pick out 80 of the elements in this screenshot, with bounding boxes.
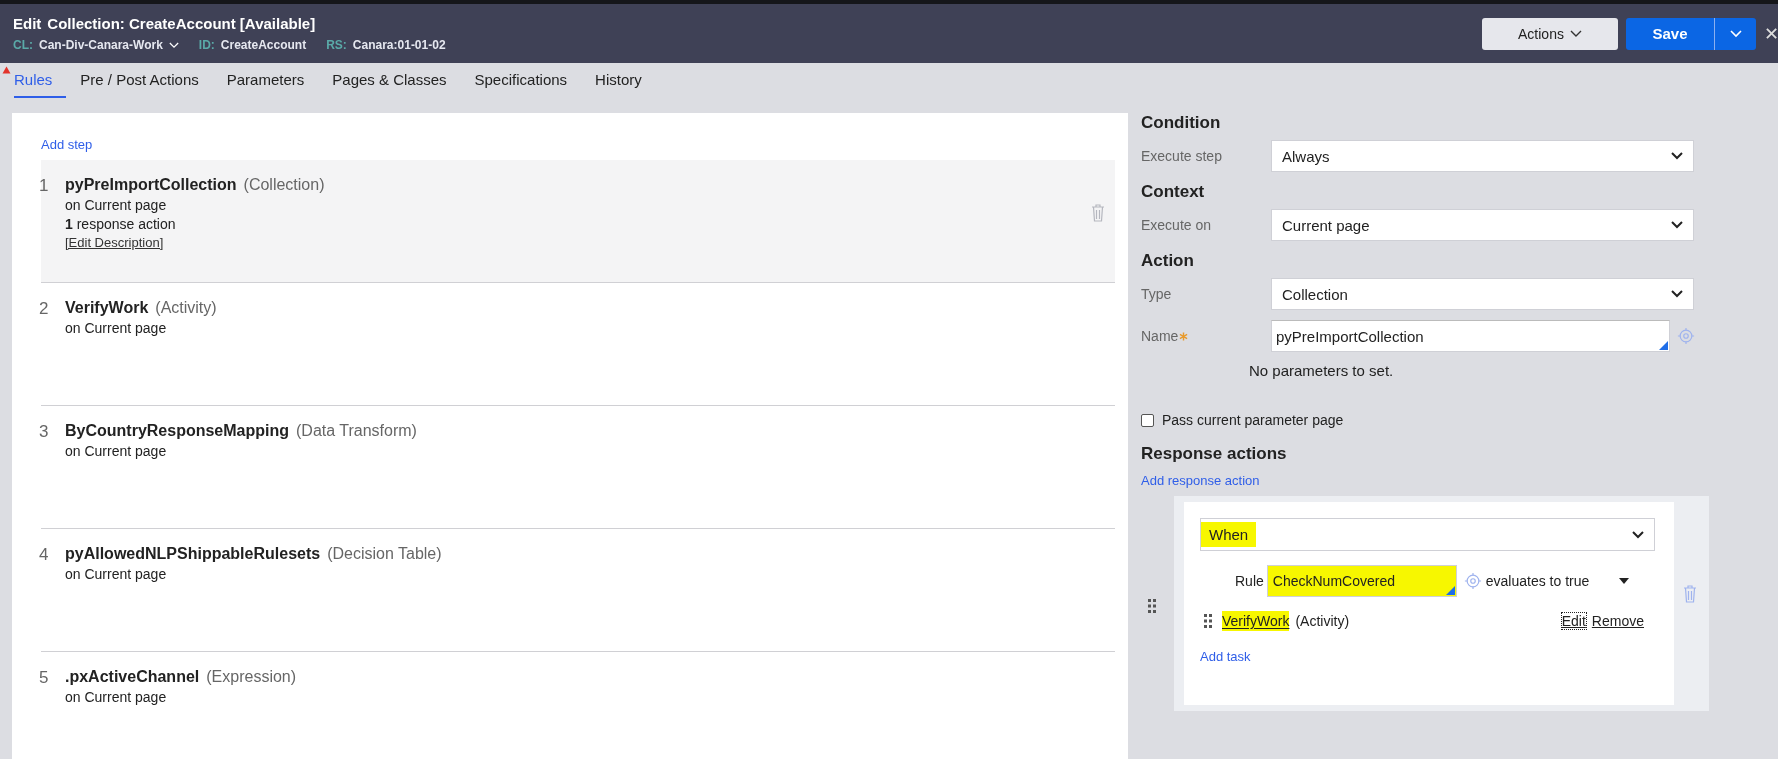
tab[interactable]: History [581, 63, 656, 98]
rule-input-field[interactable]: CheckNumCovered [1266, 565, 1457, 597]
step-context: on Current page [65, 197, 167, 213]
dropdown-field[interactable]: Always [1271, 140, 1694, 172]
save-button[interactable]: Save [1626, 17, 1714, 50]
step-name: pyAllowedNLPShippableRulesets [65, 545, 321, 563]
caret-down-icon[interactable] [1619, 578, 1630, 584]
actions-button[interactable]: Actions [1482, 17, 1618, 50]
task-type: (Activity) [1295, 613, 1350, 629]
step-number: 4 [39, 544, 50, 566]
remove-link[interactable]: Remove [1591, 613, 1644, 629]
section-heading: Condition [1141, 113, 1222, 134]
edit-description-link[interactable]: [Edit Description] [65, 235, 164, 250]
add-task-link[interactable]: Add task [1200, 649, 1251, 664]
edit-link[interactable]: Edit [1561, 613, 1586, 629]
step-number: 1 [39, 175, 50, 197]
step-name: pyPreImportCollection [65, 176, 237, 194]
response-count: 1 response action [65, 216, 176, 232]
chevron-down-icon [1671, 152, 1683, 160]
step-context: on Current page [65, 566, 167, 582]
drag-handle-icon[interactable] [1148, 599, 1156, 613]
evaluates-text: evaluates to true [1485, 573, 1590, 589]
meta-value[interactable]: Can-Div-Canara-Work [39, 38, 163, 52]
step-row[interactable]: 3 ByCountryResponseMapping (Data Transform) on Current page [41, 406, 1115, 529]
tab[interactable]: Parameters [212, 63, 319, 98]
save-menu-button[interactable] [1714, 17, 1756, 50]
rule-label: Rule [1235, 573, 1264, 589]
step-number: 3 [39, 421, 50, 443]
meta-key: ID: [198, 38, 215, 52]
field-label: Execute on [1141, 217, 1212, 233]
step-row[interactable]: 4 pyAllowedNLPShippableRulesets (Decision Table) on Current page [41, 529, 1115, 652]
section-heading: Context [1141, 182, 1206, 203]
chevron-down-icon[interactable] [168, 41, 179, 49]
meta-key: RS: [326, 38, 347, 52]
chevron-down-icon [1632, 530, 1644, 539]
add-step-link[interactable]: Add step [41, 137, 93, 152]
condition-dropdown[interactable]: When [1200, 518, 1655, 551]
step-type: (Data Transform) [296, 422, 417, 440]
dropdown-field[interactable]: Current page [1271, 209, 1694, 241]
no-parameters-text: No parameters to set. [1249, 362, 1395, 381]
tab[interactable]: Rules [14, 63, 67, 98]
step-type: (Activity) [155, 299, 217, 317]
window-title: Collection: CreateAccount [Available] [47, 15, 316, 32]
step-type: (Decision Table) [327, 545, 442, 563]
checkbox-label: Pass current parameter page [1162, 412, 1344, 428]
meta-value: CreateAccount [220, 38, 307, 52]
step-name: .pxActiveChannel [65, 668, 200, 686]
checkbox[interactable] [1141, 413, 1154, 427]
chevron-down-icon [1671, 290, 1683, 298]
tab[interactable]: Specifications [460, 63, 582, 98]
step-number: 2 [39, 298, 50, 320]
chevron-down-icon [1569, 29, 1582, 38]
chevron-down-icon [1671, 221, 1683, 229]
tab[interactable]: Pages & Classes [318, 63, 461, 98]
window-title-prefix: Edit [13, 15, 42, 32]
step-type: (Expression) [206, 668, 297, 686]
step-context: on Current page [65, 443, 167, 459]
step-type: (Collection) [243, 176, 325, 194]
chevron-down-icon [1729, 29, 1742, 38]
field-label: Execute step [1141, 148, 1222, 164]
step-name: VerifyWork [65, 299, 149, 317]
step-context: on Current page [65, 320, 167, 336]
add-response-action-link[interactable]: Add response action [1141, 473, 1260, 488]
section-heading: Action [1141, 251, 1195, 272]
step-number: 5 [39, 667, 50, 689]
dropdown-field[interactable]: Collection [1271, 278, 1694, 310]
tab[interactable]: Pre / Post Actions [66, 63, 213, 98]
section-heading: Response actions [1141, 444, 1288, 465]
step-row[interactable]: 5 .pxActiveChannel (Expression) on Current page [41, 652, 1115, 759]
meta-key: CL: [13, 38, 33, 52]
step-name: ByCountryResponseMapping [65, 422, 289, 440]
step-context: on Current page [65, 689, 167, 705]
meta-value: Canara:01-01-02 [352, 38, 446, 52]
field-label: Type [1141, 286, 1172, 302]
step-row[interactable]: 2 VerifyWork (Activity) on Current page [41, 283, 1115, 406]
name-input-field[interactable]: pyPreImportCollection [1271, 320, 1670, 352]
step-row[interactable]: 1 pyPreImportCollection (Collection) on Current page 1 response action [Edit Description] [41, 160, 1115, 283]
drag-handle-icon[interactable] [1204, 614, 1212, 628]
field-label: Name [1141, 328, 1179, 344]
close-button[interactable]: ✕ [1764, 22, 1778, 45]
